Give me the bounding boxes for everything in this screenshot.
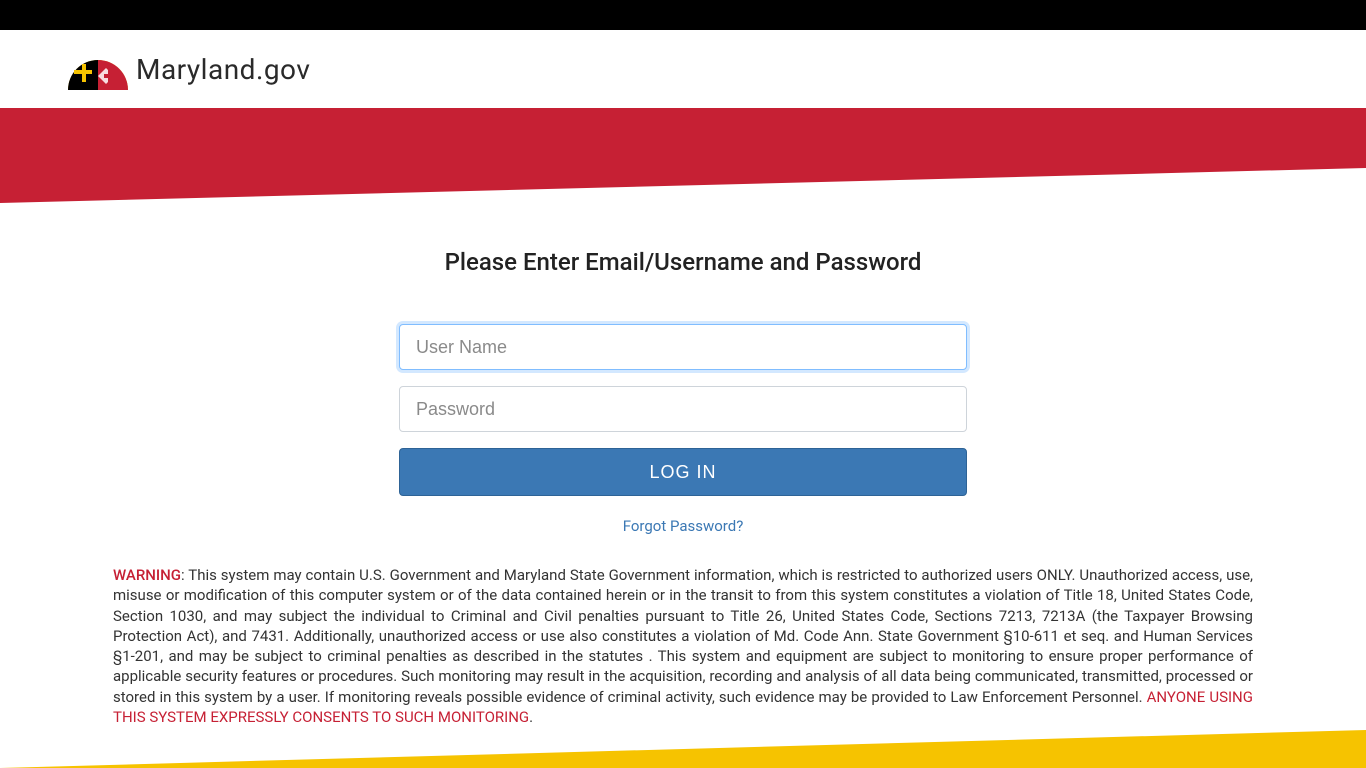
username-input[interactable] xyxy=(399,324,967,370)
maryland-flag-icon xyxy=(68,48,128,90)
page-title: Please Enter Email/Username and Password xyxy=(0,248,1366,276)
password-input[interactable] xyxy=(399,386,967,432)
top-black-bar xyxy=(0,0,1366,30)
logo-text: Maryland.gov xyxy=(136,53,310,86)
warning-label: WARNING xyxy=(113,566,181,584)
warning-period: . xyxy=(529,708,533,726)
forgot-password-link[interactable]: Forgot Password? xyxy=(623,517,744,535)
yellow-footer-accent xyxy=(0,730,1366,768)
login-form: LOG IN Forgot Password? xyxy=(399,324,967,535)
warning-text: WARNING: This system may contain U.S. Go… xyxy=(113,565,1253,727)
login-button[interactable]: LOG IN xyxy=(399,448,967,496)
main-content: Please Enter Email/Username and Password… xyxy=(0,168,1366,727)
red-banner xyxy=(0,108,1366,168)
warning-body: : This system may contain U.S. Governmen… xyxy=(113,566,1253,706)
logo-area: Maryland.gov xyxy=(0,30,1366,108)
